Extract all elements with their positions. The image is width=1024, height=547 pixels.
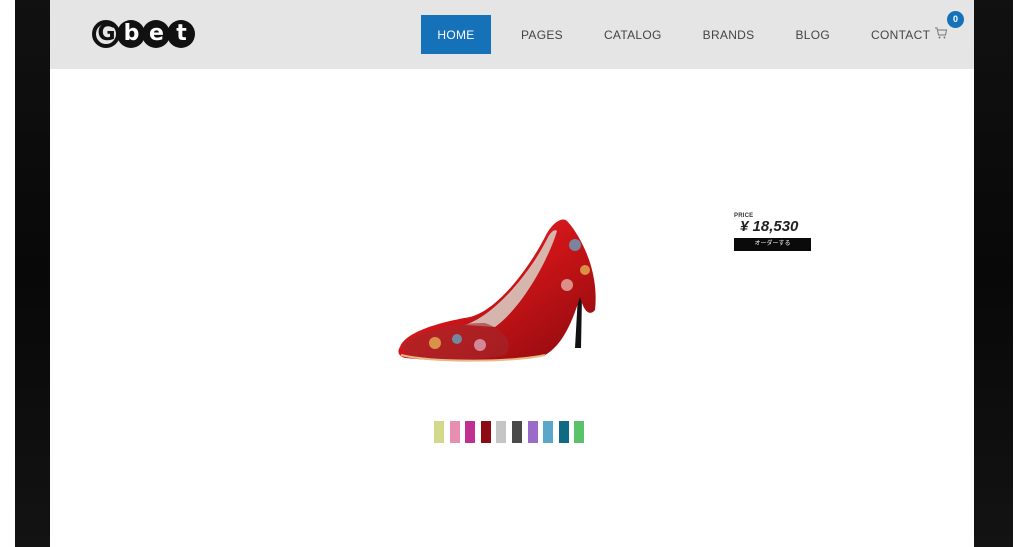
navbar: G b e t HOME PAGES CATALOG BRANDS BLOG C… <box>50 0 974 69</box>
logo[interactable]: G b e t <box>92 17 195 51</box>
shopping-cart-icon[interactable] <box>934 26 948 40</box>
price-value: ¥ 18,530 <box>740 218 799 235</box>
cart-count-badge: 0 <box>947 11 964 28</box>
logo-letter: e <box>142 20 170 48</box>
page: G b e t HOME PAGES CATALOG BRANDS BLOG C… <box>50 0 974 547</box>
nav-item-pages[interactable]: PAGES <box>503 15 581 54</box>
color-swatch[interactable] <box>480 421 491 443</box>
logo-letter: G <box>92 20 120 48</box>
color-swatch[interactable] <box>496 421 507 443</box>
color-swatch[interactable] <box>543 421 554 443</box>
logo-letter: t <box>167 20 195 48</box>
product-image[interactable] <box>395 215 610 365</box>
color-swatch[interactable] <box>511 421 522 443</box>
color-swatch[interactable] <box>465 421 476 443</box>
color-swatch[interactable] <box>574 421 585 443</box>
nav-item-blog[interactable]: BLOG <box>777 15 848 54</box>
color-swatch[interactable] <box>449 421 460 443</box>
frame-left <box>0 0 50 547</box>
main-nav: HOME PAGES CATALOG BRANDS BLOG CONTACT <box>421 15 953 54</box>
price-block: PRICE ¥ 18,530 オーダーする <box>734 213 812 251</box>
logo-letter: b <box>117 20 145 48</box>
color-swatches <box>434 421 590 443</box>
order-button[interactable]: オーダーする <box>734 238 811 251</box>
color-swatch[interactable] <box>434 421 444 443</box>
color-swatch[interactable] <box>527 421 538 443</box>
nav-item-brands[interactable]: BRANDS <box>685 15 773 54</box>
color-swatch[interactable] <box>558 421 569 443</box>
frame-right <box>974 0 1024 547</box>
nav-item-catalog[interactable]: CATALOG <box>586 15 680 54</box>
nav-item-home[interactable]: HOME <box>421 15 491 54</box>
